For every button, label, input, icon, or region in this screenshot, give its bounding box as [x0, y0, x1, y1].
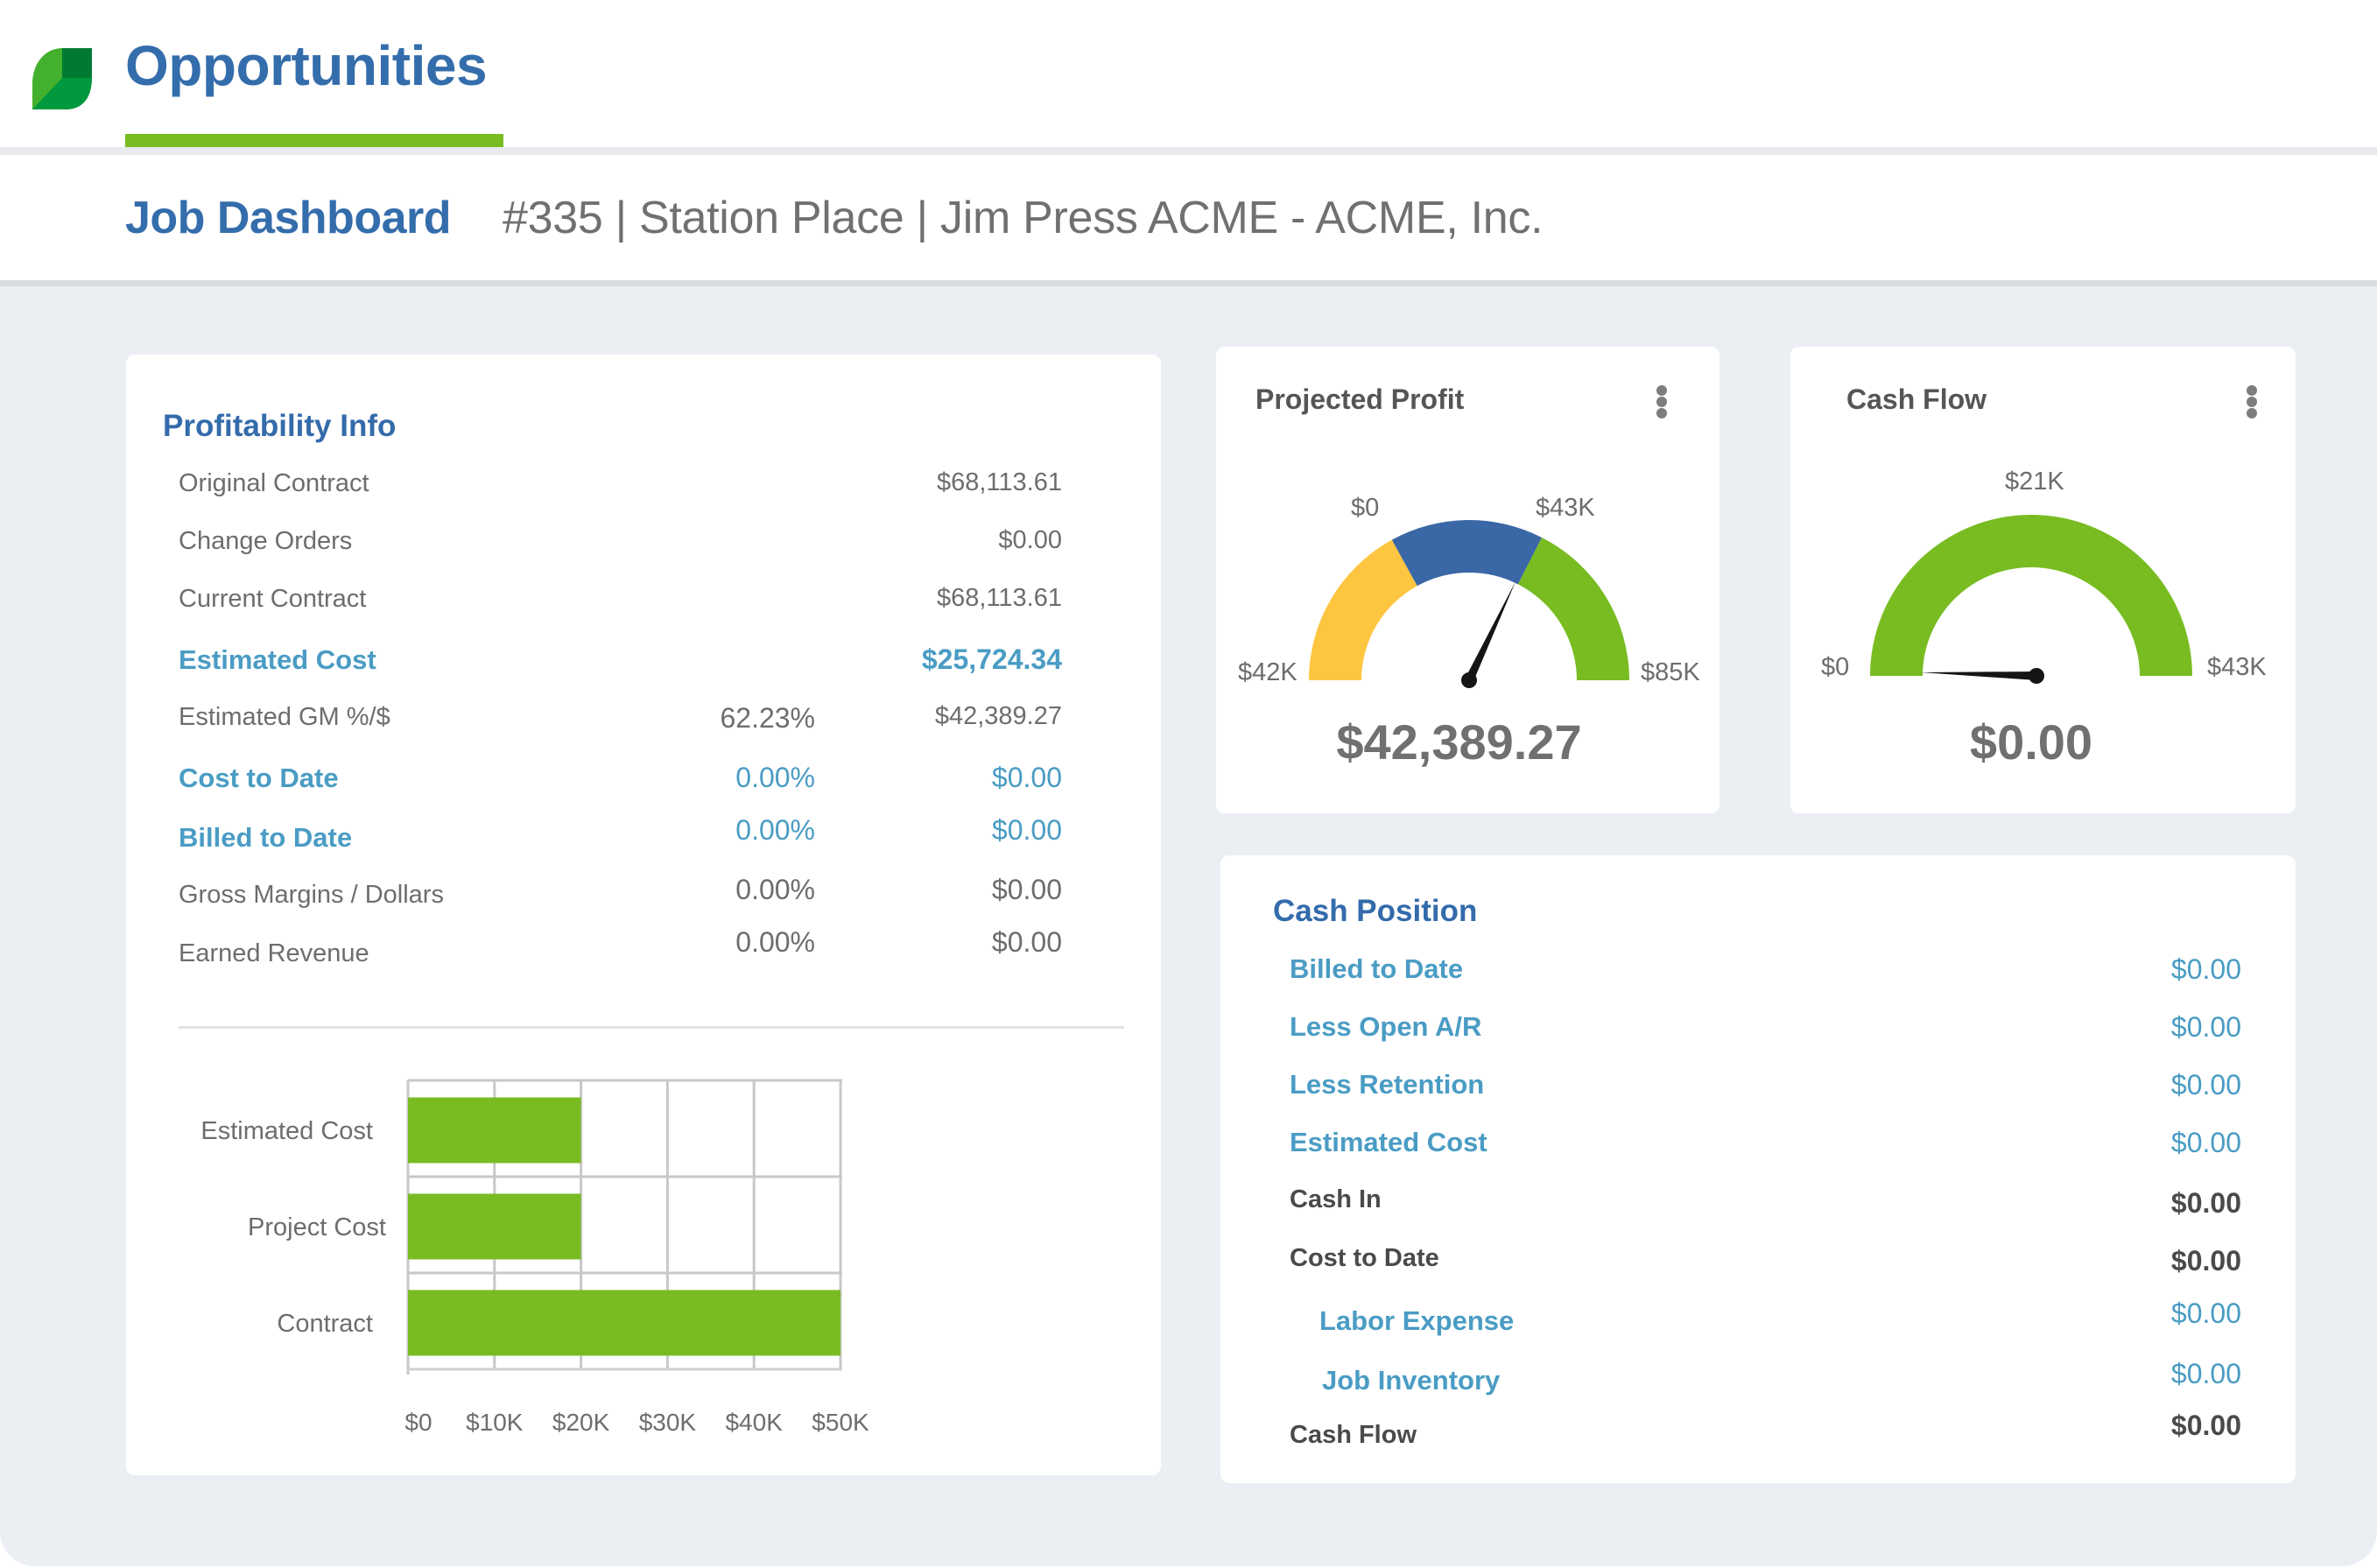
gauge-min-label: $42K	[1238, 658, 1298, 686]
profitability-row-value: $0.00	[991, 926, 1062, 958]
cash-position-row-value: $0.00	[2170, 1011, 2241, 1043]
profitability-row-label: Current Contract	[179, 585, 367, 613]
profitability-row-value: $0.00	[998, 526, 1062, 554]
bar-project-cost	[408, 1193, 581, 1260]
gauge-max-label: $85K	[1641, 658, 1700, 686]
profitability-row-percent: 0.00%	[735, 762, 815, 793]
cash-position-row-label: Cash In	[1290, 1185, 1382, 1213]
gauge-band-mid	[1391, 520, 1543, 587]
cash-flow-value: $0.00	[1969, 714, 2093, 770]
x-tick-label: $50K	[812, 1409, 869, 1436]
gauge-band-full	[1870, 515, 2192, 676]
gauge-min-label: $0	[1821, 653, 1850, 681]
profitability-row-value: $25,724.34	[921, 643, 1062, 675]
profitability-title: Profitability Info	[163, 409, 397, 443]
cash-position-row-value: $0.00	[2170, 1358, 2241, 1389]
cash-position-row-label: Cash Flow	[1290, 1421, 1417, 1449]
cost-comparison-bar-chart: Estimated Cost Project Cost Contract $0 $10K…	[200, 1079, 869, 1436]
job-breadcrumb: #335 | Station Place | Jim Press ACME - …	[503, 193, 1544, 243]
cash-position-row-label: Cost to Date	[1290, 1244, 1439, 1272]
profitability-divider	[179, 1026, 1124, 1029]
profitability-row-value: $0.00	[991, 874, 1062, 905]
cash-position-row-value: $0.00	[2170, 1410, 2241, 1441]
x-tick-label: $20K	[552, 1409, 610, 1436]
category-label: Estimated Cost	[200, 1117, 373, 1145]
profitability-row-value: $68,113.61	[937, 584, 1062, 612]
profitability-row-label: Estimated GM %/$	[179, 703, 390, 731]
profitability-row-percent: 0.00%	[735, 874, 815, 905]
profitability-row-value: $42,389.27	[934, 702, 1062, 730]
gauge-needle-hub	[2029, 668, 2044, 684]
profitability-row-value: $68,113.61	[937, 468, 1062, 496]
profitability-row-label: Change Orders	[179, 527, 353, 555]
cash-position-row-value: $0.00	[2170, 953, 2241, 985]
cash-position-row-label[interactable]: Estimated Cost	[1290, 1129, 1487, 1156]
profitability-row-label[interactable]: Cost to Date	[179, 764, 339, 791]
gauge-needle	[1921, 671, 2037, 680]
cash-position-row-value: $0.00	[2170, 1187, 2241, 1219]
gauge-mid-label: $21K	[2005, 468, 2064, 496]
gauge-needle-hub	[1461, 672, 1477, 688]
cash-position-title: Cash Position	[1273, 894, 1478, 928]
gauge-band-high	[1517, 537, 1629, 680]
gauge-band-low	[1309, 539, 1417, 680]
cash-position-row-label[interactable]: Billed to Date	[1290, 955, 1463, 982]
x-tick-label: $0	[404, 1409, 432, 1436]
x-tick-label: $10K	[466, 1409, 524, 1436]
cash-position-row-label[interactable]: Less Open A/R	[1290, 1013, 1481, 1040]
page-header-divider	[0, 280, 2377, 286]
profitability-row-label: Original Contract	[179, 469, 369, 497]
gauge-band2-label: $43K	[1536, 494, 1595, 522]
page-title: Job Dashboard	[125, 193, 452, 243]
profitability-row-label: Earned Revenue	[179, 939, 369, 967]
cash-position-row-value: $0.00	[2170, 1245, 2241, 1276]
category-label: Contract	[277, 1310, 373, 1338]
cash-position-row-value: $0.00	[2170, 1127, 2241, 1158]
category-label: Project Cost	[248, 1213, 386, 1241]
gauge-needle	[1465, 580, 1516, 683]
cash-position-row-label[interactable]: Labor Expense	[1319, 1307, 1514, 1334]
active-tab-indicator	[125, 134, 503, 147]
profitability-row-value: $0.00	[991, 814, 1062, 846]
x-tick-label: $30K	[639, 1409, 697, 1436]
cash-position-row-label[interactable]: Job Inventory	[1322, 1367, 1500, 1394]
gauge-band1-label: $0	[1351, 494, 1380, 522]
cash-position-row-value: $0.00	[2170, 1297, 2241, 1329]
profitability-row-label: Gross Margins / Dollars	[179, 881, 444, 909]
cash-position-row-value: $0.00	[2170, 1069, 2241, 1100]
app-title[interactable]: Opportunities	[125, 33, 488, 98]
leaf-logo-icon	[32, 48, 92, 109]
header-divider	[0, 147, 2377, 155]
x-tick-label: $40K	[725, 1409, 783, 1436]
profitability-row-label[interactable]: Billed to Date	[179, 824, 352, 851]
cash-position-row-label[interactable]: Less Retention	[1290, 1071, 1484, 1098]
profitability-row-percent: 0.00%	[735, 814, 815, 846]
projected-profit-value: $42,389.27	[1336, 714, 1582, 770]
profitability-row-percent: 0.00%	[735, 926, 815, 958]
bar-estimated-cost	[408, 1097, 581, 1164]
profitability-row-label[interactable]: Estimated Cost	[179, 646, 376, 673]
gauge-max-label: $43K	[2207, 653, 2267, 681]
profitability-row-percent: 62.23%	[720, 702, 815, 734]
bar-contract	[408, 1290, 840, 1356]
profitability-row-value: $0.00	[991, 762, 1062, 793]
